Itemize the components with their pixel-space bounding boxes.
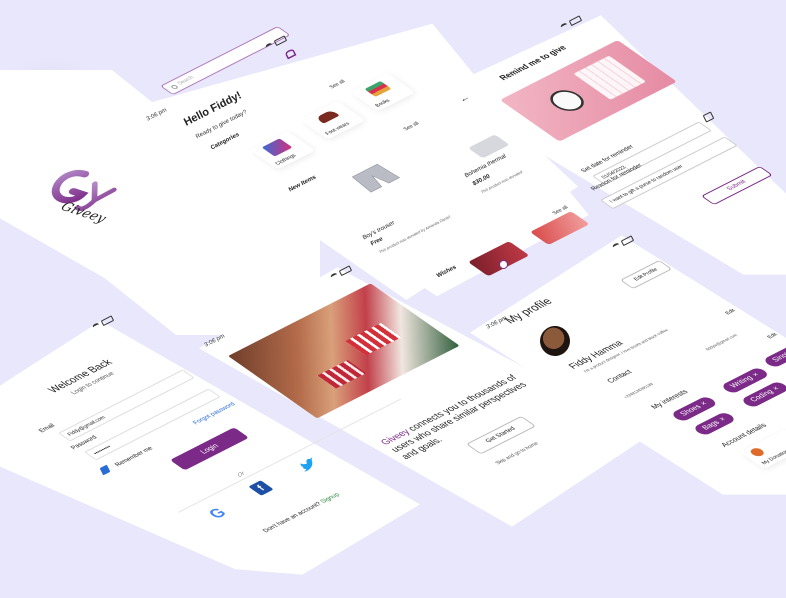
- shoe-icon: [315, 109, 340, 124]
- calendar-icon: [573, 55, 647, 100]
- isometric-board: [17, 50, 19, 51]
- search-icon: [169, 83, 179, 90]
- alarm-clock-icon: [543, 86, 591, 115]
- books-icon: [364, 80, 392, 97]
- gift-box-shape: [345, 322, 402, 356]
- gift-box-shape-2: [317, 360, 367, 389]
- search-placeholder: Search: [176, 75, 196, 87]
- donation-icon: [748, 446, 767, 458]
- clothing-icon: [261, 138, 293, 157]
